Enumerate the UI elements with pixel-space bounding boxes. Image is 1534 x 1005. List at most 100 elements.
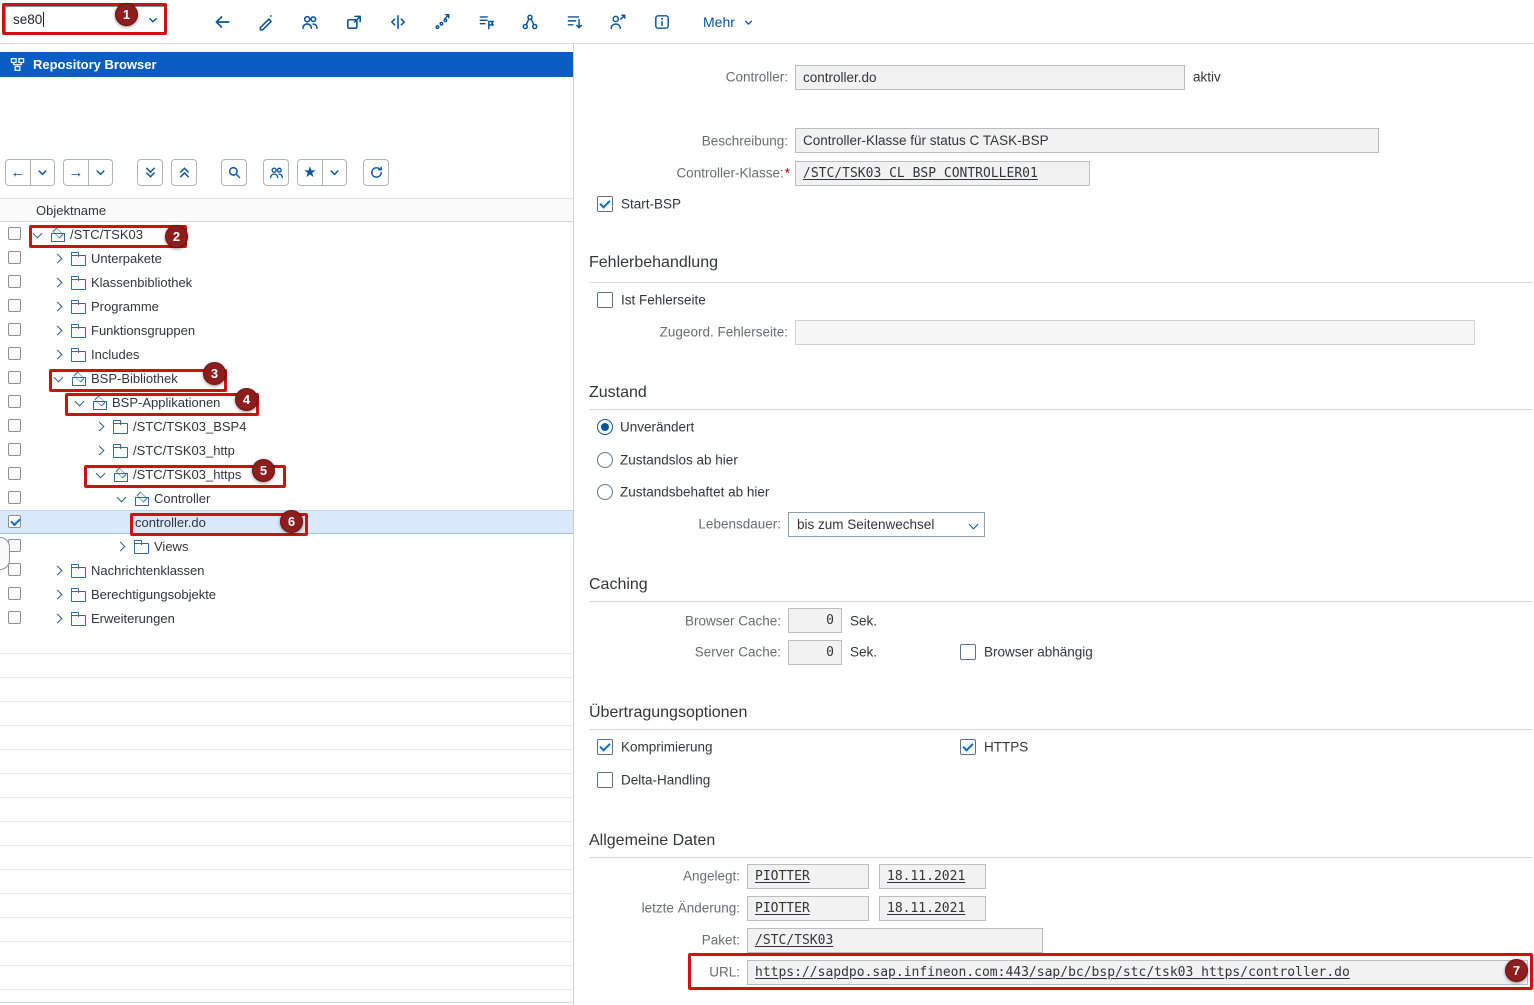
row-checkbox[interactable] xyxy=(8,275,21,288)
row-checkbox[interactable] xyxy=(8,227,21,240)
checklist-flag-icon[interactable] xyxy=(477,13,495,31)
open-object-icon[interactable] xyxy=(345,13,363,31)
swap-view-icon[interactable] xyxy=(389,13,407,31)
tree-item-views[interactable]: Views xyxy=(0,534,573,558)
chevron-right-icon[interactable] xyxy=(51,611,66,626)
row-checkbox[interactable] xyxy=(8,299,21,312)
users-button[interactable] xyxy=(263,159,289,186)
row-checkbox[interactable] xyxy=(8,395,21,408)
radio-zustandslos[interactable] xyxy=(597,452,613,468)
server-cache-input[interactable]: 0 xyxy=(788,640,842,665)
row-checkbox[interactable] xyxy=(8,419,21,432)
start-bsp-checkbox[interactable] xyxy=(597,196,613,212)
test-icon[interactable] xyxy=(433,13,451,31)
tree-item-klassenbibliothek[interactable]: Klassenbibliothek xyxy=(0,270,573,294)
chevron-right-icon[interactable] xyxy=(114,539,129,554)
chevron-down-icon[interactable] xyxy=(114,491,129,506)
info-icon[interactable] xyxy=(653,13,671,31)
chevron-down-icon[interactable] xyxy=(30,227,45,242)
chevron-right-icon[interactable] xyxy=(51,347,66,362)
tree-item-controller-folder[interactable]: Controller xyxy=(0,486,573,510)
chevron-right-icon[interactable] xyxy=(93,443,108,458)
controller-klasse-field[interactable]: /STC/TSK03_CL_BSP_CONTROLLER01 xyxy=(795,161,1090,186)
tree-item-unterpakete[interactable]: Unterpakete xyxy=(0,246,573,270)
tree-item-bsp-bibliothek[interactable]: BSP-Bibliothek xyxy=(0,366,573,390)
tree-item-bsp-applikationen[interactable]: BSP-Applikationen xyxy=(0,390,573,414)
section-divider xyxy=(589,601,1532,602)
tree-item-stc-tsk03-https[interactable]: /STC/TSK03_https xyxy=(0,462,573,486)
row-checkbox[interactable] xyxy=(8,515,21,528)
expand-all-button[interactable] xyxy=(137,159,163,186)
delta-handling-checkbox[interactable] xyxy=(597,772,613,788)
row-checkbox[interactable] xyxy=(8,611,21,624)
letzte-aenderung-date-field[interactable]: 18.11.2021 xyxy=(879,896,986,921)
https-checkbox[interactable] xyxy=(960,739,976,755)
row-checkbox[interactable] xyxy=(8,491,21,504)
tree-item-programme[interactable]: Programme xyxy=(0,294,573,318)
row-checkbox[interactable] xyxy=(8,323,21,336)
chevron-down-icon[interactable] xyxy=(51,371,66,386)
edit-object-icon[interactable] xyxy=(257,13,275,31)
tree-item-stc-tsk03-http[interactable]: /STC/TSK03_http xyxy=(0,438,573,462)
panel-collapse-handle[interactable] xyxy=(0,537,10,570)
search-button[interactable] xyxy=(221,159,247,186)
more-menu[interactable]: Mehr xyxy=(703,14,755,30)
browser-cache-input[interactable]: 0 xyxy=(788,608,842,633)
row-checkbox[interactable] xyxy=(8,371,21,384)
radio-zustandsbehaftet[interactable] xyxy=(597,484,613,500)
back-icon[interactable] xyxy=(213,13,231,31)
lebensdauer-select[interactable]: bis zum Seitenwechsel xyxy=(788,512,985,537)
favorites-menu-button[interactable] xyxy=(323,159,347,186)
chevron-right-icon[interactable] xyxy=(51,563,66,578)
chevron-right-icon[interactable] xyxy=(51,299,66,314)
url-field[interactable]: https://sapdpo.sap.infineon.com:443/sap/… xyxy=(747,960,1528,985)
row-checkbox[interactable] xyxy=(8,563,21,576)
tree-item-includes[interactable]: Includes xyxy=(0,342,573,366)
angelegt-date-field[interactable]: 18.11.2021 xyxy=(879,864,986,889)
chevron-down-icon[interactable] xyxy=(93,467,108,482)
history-back-button[interactable]: ← xyxy=(5,159,31,186)
tree-item-nachrichtenklassen[interactable]: Nachrichtenklassen xyxy=(0,558,573,582)
sort-levels-icon[interactable] xyxy=(565,13,583,31)
row-checkbox[interactable] xyxy=(8,347,21,360)
row-checkbox[interactable] xyxy=(8,251,21,264)
collapse-all-button[interactable] xyxy=(171,159,197,186)
radio-unveraendert[interactable] xyxy=(597,419,613,435)
favorites-button[interactable]: ★ xyxy=(297,159,323,186)
history-back-menu-button[interactable] xyxy=(31,159,55,186)
komprimierung-checkbox[interactable] xyxy=(597,739,613,755)
tree-item-label: controller.do xyxy=(135,515,206,530)
tree-item-stc-tsk03[interactable]: /STC/TSK03 xyxy=(0,222,573,246)
chevron-right-icon[interactable] xyxy=(93,419,108,434)
controller-name-field[interactable]: controller.do xyxy=(795,65,1185,90)
paket-field[interactable]: /STC/TSK03 xyxy=(747,928,1043,953)
chevron-down-icon xyxy=(969,520,979,530)
network-icon[interactable] xyxy=(521,13,539,31)
beschreibung-field[interactable]: Controller-Klasse für status C TASK-BSP xyxy=(795,128,1379,153)
chevron-down-icon[interactable] xyxy=(142,7,164,32)
row-checkbox[interactable] xyxy=(8,443,21,456)
zugeord-fehlerseite-field[interactable] xyxy=(795,320,1475,345)
chevron-right-icon[interactable] xyxy=(51,323,66,338)
tree-item-berechtigungsobjekte[interactable]: Berechtigungsobjekte xyxy=(0,582,573,606)
row-checkbox[interactable] xyxy=(8,587,21,600)
row-checkbox[interactable] xyxy=(8,467,21,480)
browser-abhaengig-checkbox[interactable] xyxy=(960,644,976,660)
history-forward-button[interactable]: → xyxy=(63,159,89,186)
command-field[interactable]: se80 xyxy=(5,6,165,33)
chevron-right-icon[interactable] xyxy=(51,275,66,290)
ist-fehlerseite-checkbox[interactable] xyxy=(597,292,613,308)
where-used-icon[interactable] xyxy=(301,13,319,31)
letzte-aenderung-user-field[interactable]: PIOTTER xyxy=(747,896,869,921)
refresh-button[interactable] xyxy=(363,159,389,186)
chevron-right-icon[interactable] xyxy=(51,587,66,602)
chevron-down-icon[interactable] xyxy=(72,395,87,410)
history-forward-menu-button[interactable] xyxy=(89,159,113,186)
annotation-badge-1: 1 xyxy=(115,3,138,26)
chevron-right-icon[interactable] xyxy=(51,251,66,266)
tree-item-funktionsgruppen[interactable]: Funktionsgruppen xyxy=(0,318,573,342)
tree-item-erweiterungen[interactable]: Erweiterungen xyxy=(0,606,573,630)
angelegt-user-field[interactable]: PIOTTER xyxy=(747,864,869,889)
user-link-icon[interactable] xyxy=(609,13,627,31)
tree-item-stc-tsk03-bsp4[interactable]: /STC/TSK03_BSP4 xyxy=(0,414,573,438)
